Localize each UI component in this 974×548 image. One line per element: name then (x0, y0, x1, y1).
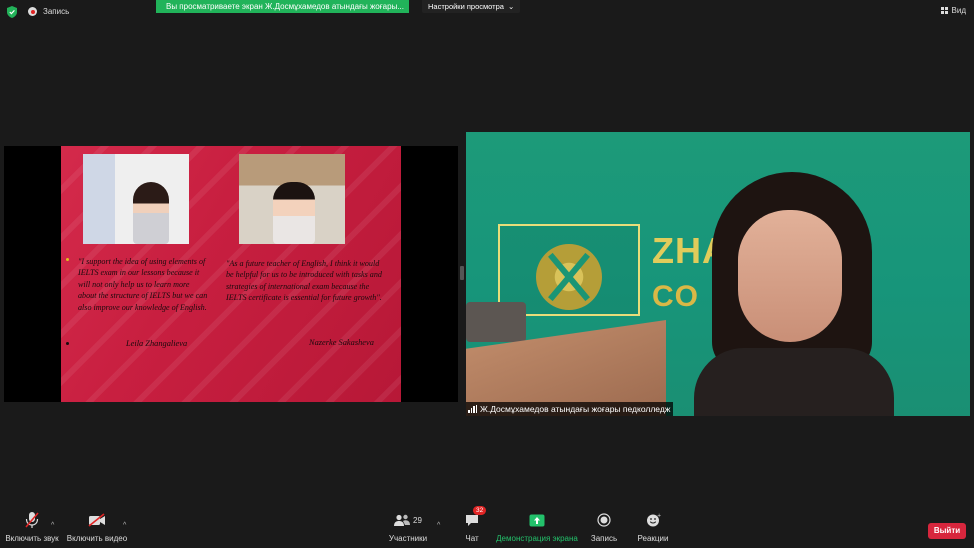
record-label: Запись (590, 534, 618, 543)
participants-chevron-icon[interactable]: ^ (437, 522, 440, 529)
participant-name: Ж.Досмұхамедов атындағы жоғары педколлед… (480, 404, 671, 414)
participants-count: 29 (413, 515, 422, 525)
view-label: Вид (951, 6, 966, 15)
leave-meeting-button[interactable]: Выйти (928, 523, 966, 539)
svg-text:+: + (657, 513, 661, 519)
view-settings-label: Настройки просмотра (428, 2, 504, 11)
chat-icon (466, 514, 478, 526)
participant-name-tag: Ж.Досмұхамедов атындағы жоғары педколлед… (466, 402, 674, 416)
record-icon (597, 513, 611, 527)
chevron-down-icon: ⌄ (507, 2, 515, 11)
college-logo (536, 244, 602, 310)
participants-label: Участники (388, 534, 428, 543)
participants-icon (394, 514, 411, 526)
bullet-icon (66, 258, 69, 261)
recording-label: Запись (43, 7, 70, 16)
chat-button[interactable]: 32 Чат (462, 506, 487, 543)
start-video-label: Включить видео (66, 534, 128, 543)
signal-strength-icon (468, 405, 477, 413)
share-screen-label: Демонстрация экрана (496, 534, 578, 543)
presentation-slide: "I support the idea of using elements of… (61, 146, 401, 402)
view-settings-dropdown[interactable]: Настройки просмотра ⌄ (422, 0, 521, 13)
shared-screen-panel: "I support the idea of using elements of… (4, 146, 458, 402)
camera-off-icon (88, 513, 105, 527)
reactions-button[interactable]: + Реакции (637, 510, 669, 543)
quote-1: "I support the idea of using elements of… (78, 257, 208, 312)
student-photo-1 (83, 154, 189, 244)
reactions-label: Реакции (637, 534, 669, 543)
share-screen-icon (529, 514, 545, 526)
share-screen-button[interactable]: Демонстрация экрана (496, 510, 578, 543)
participant-person (694, 172, 894, 416)
participants-button[interactable]: 29 Участники (389, 510, 427, 543)
reactions-smiley-icon: + (646, 513, 661, 527)
student-photo-2 (239, 154, 345, 244)
chat-unread-badge: 32 (473, 506, 487, 515)
video-options-chevron-icon[interactable]: ^ (123, 522, 126, 529)
participant-video[interactable]: ZHAI SHA CO Ж.Досмұхамедов атындағы жоға… (466, 132, 970, 416)
meeting-toolbar: Включить звук ^ Включить видео ^ 29 Учас… (0, 506, 974, 548)
background-sign-line2: CO (652, 280, 699, 313)
grid-view-icon (940, 7, 948, 14)
quote-2: "As a future teacher of English, I think… (226, 259, 382, 303)
quote-2-author: Nazerke Sakasheva (309, 338, 374, 347)
bullet-icon (66, 342, 69, 345)
screen-share-banner: Вы просматриваете экран Ж.Досмұхамедов а… (156, 0, 409, 13)
panel-resize-handle[interactable] (460, 266, 464, 280)
chat-label: Чат (465, 534, 479, 543)
recording-indicator[interactable]: Запись (28, 7, 69, 16)
record-icon (28, 7, 37, 16)
view-button[interactable]: Вид (940, 6, 966, 15)
microphone-muted-icon (25, 512, 39, 528)
unmute-label: Включить звук (5, 534, 59, 543)
record-button[interactable]: Запись (591, 510, 617, 543)
audio-options-chevron-icon[interactable]: ^ (51, 522, 54, 529)
start-video-button[interactable]: Включить видео (66, 510, 128, 543)
security-shield-icon[interactable] (7, 6, 17, 18)
quote-1-author: Leila Zhangalieva (126, 339, 188, 348)
